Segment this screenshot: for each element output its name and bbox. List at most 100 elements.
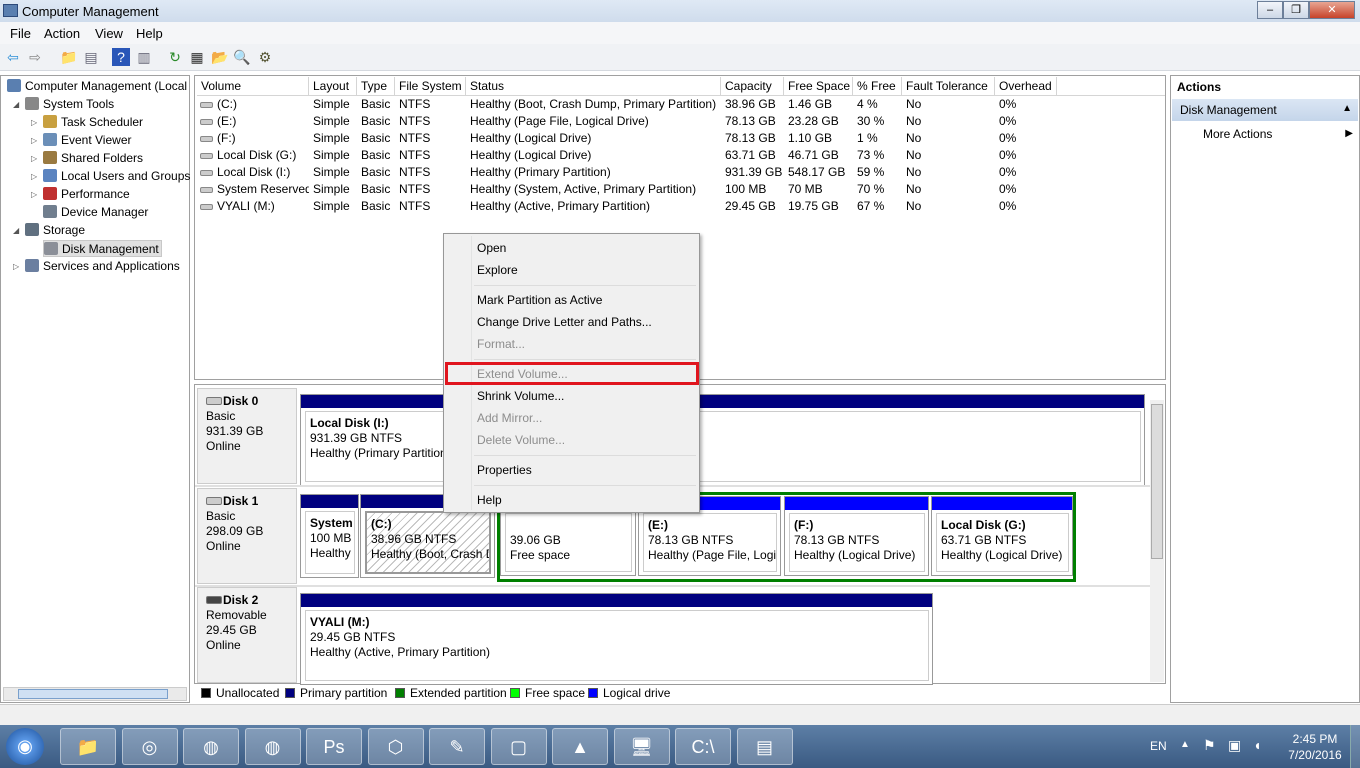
menu-item-properties[interactable]: Properties: [477, 461, 532, 479]
partition-body: System100 MB NTFSHealthy (System, Active…: [305, 511, 355, 574]
minimize-button[interactable]: –: [1257, 1, 1283, 19]
network-icon[interactable]: ▣: [1228, 737, 1241, 754]
expand-arrow-icon[interactable]: ▷: [13, 262, 19, 271]
partition-system[interactable]: System100 MB NTFSHealthy (System, Active…: [300, 494, 359, 578]
cell-capacity: 29.45 GB: [725, 199, 776, 213]
expand-arrow-icon[interactable]: ▷: [31, 136, 37, 145]
taskbar-app-chrome[interactable]: ◎: [121, 728, 178, 765]
taskbar-app-notepad-app[interactable]: ✎: [429, 728, 485, 765]
column-header-file-system[interactable]: File System: [395, 77, 466, 96]
language-indicator[interactable]: EN: [1150, 739, 1167, 753]
column-header--free[interactable]: % Free: [853, 77, 902, 96]
menu-item-open[interactable]: Open: [477, 239, 506, 257]
tree-item-storage[interactable]: Storage: [25, 222, 85, 239]
maximize-button[interactable]: ❐: [1283, 1, 1309, 19]
disk-view-vertical-scrollbar[interactable]: [1150, 400, 1164, 682]
tree-item-local-users-and-groups[interactable]: Local Users and Groups: [43, 168, 190, 185]
taskbar-app-matlab[interactable]: ▲: [552, 728, 608, 765]
table-row[interactable]: Local Disk (I:) Simple Basic NTFS Healthy (P…: [195, 164, 1165, 181]
tree-item-task-scheduler[interactable]: Task Scheduler: [43, 114, 143, 131]
table-row[interactable]: (C:) Simple Basic NTFS Healthy (Boot, Crash …: [195, 96, 1165, 113]
tree-item-computer-management-local[interactable]: Computer Management (Local: [7, 78, 187, 95]
tree-item-disk-management[interactable]: Disk Management: [43, 240, 162, 257]
table-row[interactable]: (E:) Simple Basic NTFS Healthy (Page File, L…: [195, 113, 1165, 130]
close-button[interactable]: ✕: [1309, 1, 1355, 19]
menu-file[interactable]: File: [10, 26, 31, 41]
search-icon[interactable]: 🔍: [233, 48, 251, 66]
menu-item-change-drive-letter-and-paths[interactable]: Change Drive Letter and Paths...: [477, 313, 652, 331]
cell-file-system: NTFS: [399, 114, 431, 128]
action-center-flag-icon[interactable]: ⚑: [1203, 737, 1216, 754]
menu-item-explore[interactable]: Explore: [477, 261, 518, 279]
title-bar: Computer Management – ❐ ✕: [0, 0, 1360, 22]
menu-item-mark-partition-as-active[interactable]: Mark Partition as Active: [477, 291, 602, 309]
settings-icon[interactable]: ⚙: [256, 48, 274, 66]
column-header-type[interactable]: Type: [357, 77, 395, 96]
taskbar-app-virtualbox-cube[interactable]: ⬡: [367, 728, 424, 765]
menu-separator: [474, 359, 696, 360]
clock[interactable]: 2:45 PM 7/20/2016: [1285, 731, 1345, 763]
disk-label-0[interactable]: Disk 0 Basic 931.39 GB Online: [197, 388, 297, 484]
taskbar-app-virtualbox[interactable]: ▢: [490, 728, 547, 765]
column-header-free-space[interactable]: Free Space: [784, 77, 853, 96]
column-header-layout[interactable]: Layout: [309, 77, 357, 96]
tree-horizontal-scrollbar[interactable]: [3, 687, 187, 701]
menu-view[interactable]: View: [95, 26, 123, 41]
tree-item-performance[interactable]: Performance: [43, 186, 130, 203]
partition-local-disk-i[interactable]: Local Disk (I:) 931.39 GB NTFS Healthy (Pr…: [300, 394, 1145, 486]
taskbar-app-file-explorer[interactable]: 📁: [60, 728, 116, 765]
up-folder-icon[interactable]: 📁: [60, 48, 78, 66]
show-desktop-button[interactable]: [1350, 725, 1360, 768]
cell-layout: Simple: [313, 148, 350, 162]
expand-arrow-icon[interactable]: ◢: [13, 226, 19, 235]
open-icon[interactable]: 📂: [211, 48, 229, 66]
menu-action[interactable]: Action: [44, 26, 80, 41]
expand-arrow-icon[interactable]: ▷: [31, 154, 37, 163]
expand-arrow-icon[interactable]: ▷: [31, 172, 37, 181]
back-icon[interactable]: ⇦: [4, 48, 22, 66]
column-header-overhead[interactable]: Overhead: [995, 77, 1057, 96]
table-row[interactable]: Local Disk (G:) Simple Basic NTFS Healthy (L…: [195, 147, 1165, 164]
taskbar-app-photoshop[interactable]: Ps: [306, 728, 362, 765]
show-hidden-icons[interactable]: ▲: [1180, 739, 1190, 750]
tree-item-event-viewer[interactable]: Event Viewer: [43, 132, 131, 149]
disk-label-2[interactable]: Disk 2 Removable 29.45 GB Online: [197, 587, 297, 683]
partition-vyali-m[interactable]: VYALI (M:) 29.45 GB NTFS Healthy (Active, …: [300, 593, 933, 685]
taskbar-app-firefox[interactable]: ◍: [183, 728, 239, 765]
table-row[interactable]: VYALI (M:) Simple Basic NTFS Healthy (Active…: [195, 198, 1165, 215]
start-button[interactable]: ◉: [6, 728, 44, 765]
taskbar-app-network-app[interactable]: ◍: [244, 728, 301, 765]
actions-section-disk-management[interactable]: Disk Management ▲: [1172, 99, 1358, 121]
partition-local-disk-g[interactable]: Local Disk (G:) 63.71 GB NTFS Healthy (Log…: [931, 496, 1073, 576]
tree-item-device-manager[interactable]: Device Manager: [43, 204, 148, 221]
forward-icon[interactable]: ⇨: [26, 48, 44, 66]
tree-item-services-and-applications[interactable]: Services and Applications: [25, 258, 180, 275]
help-icon[interactable]: ?: [112, 48, 130, 66]
taskbar-app-command-prompt[interactable]: C:\: [675, 728, 731, 765]
tree-item-shared-folders[interactable]: Shared Folders: [43, 150, 143, 167]
column-header-fault-tolerance[interactable]: Fault Tolerance: [902, 77, 995, 96]
tree-item-system-tools[interactable]: System Tools: [25, 96, 114, 113]
properties-icon[interactable]: ▦: [188, 48, 206, 66]
expand-arrow-icon[interactable]: ▷: [31, 118, 37, 127]
partition-f[interactable]: (F:) 78.13 GB NTFS Healthy (Logical Drive): [784, 496, 929, 576]
disk-label-1[interactable]: Disk 1 Basic 298.09 GB Online: [197, 488, 297, 584]
column-header-status[interactable]: Status: [466, 77, 721, 96]
volume-icon[interactable]: ◖: [1253, 737, 1261, 753]
table-row[interactable]: System Reserved Simple Basic NTFS Healthy (S…: [195, 181, 1165, 198]
menu-help[interactable]: Help: [136, 26, 163, 41]
column-header-volume[interactable]: Volume: [197, 77, 309, 96]
taskbar-app-document-viewer[interactable]: ▤: [736, 728, 793, 765]
menu-item-shrink-volume[interactable]: Shrink Volume...: [477, 387, 564, 405]
table-row[interactable]: (F:) Simple Basic NTFS Healthy (Logical Driv…: [195, 130, 1165, 147]
expand-arrow-icon[interactable]: ◢: [13, 100, 19, 109]
cell-layout: Simple: [313, 114, 350, 128]
expand-arrow-icon[interactable]: ▷: [31, 190, 37, 199]
column-header-capacity[interactable]: Capacity: [721, 77, 784, 96]
menu-item-help[interactable]: Help: [477, 491, 502, 509]
more-actions-item[interactable]: More Actions ▶: [1203, 127, 1353, 141]
refresh-icon[interactable]: ↻: [166, 48, 184, 66]
show-hide-tree-icon[interactable]: ▤: [82, 48, 100, 66]
taskbar-app-computer-management[interactable]: 🖥: [613, 728, 670, 765]
show-hide-action-pane-icon[interactable]: ▥: [135, 48, 153, 66]
